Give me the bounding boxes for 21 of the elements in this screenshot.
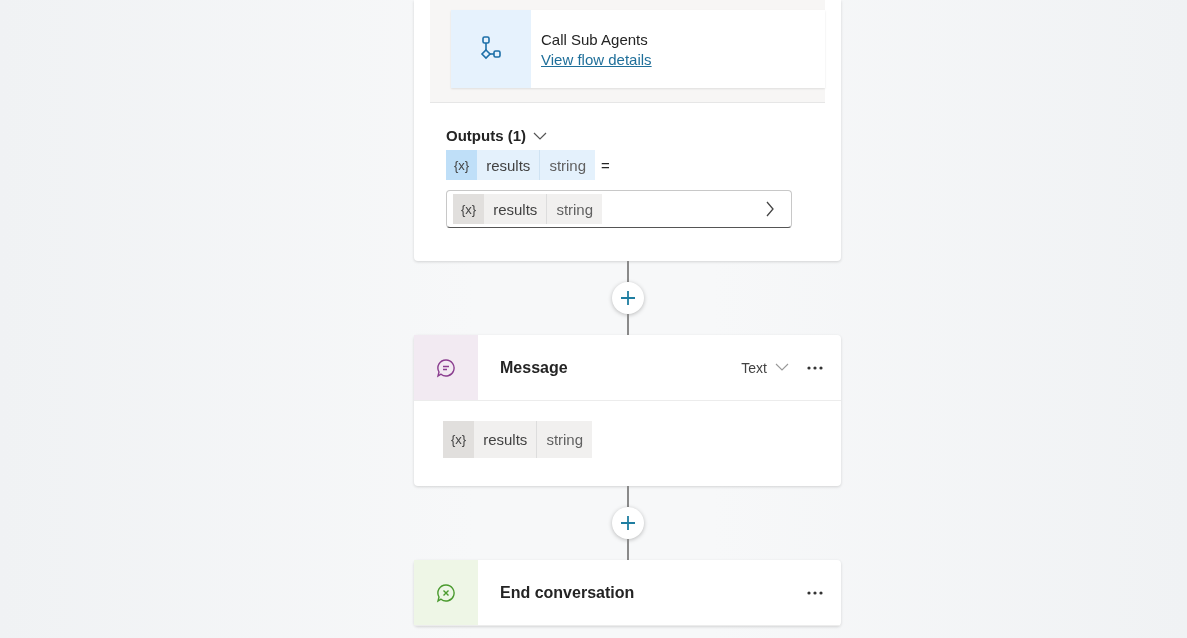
view-flow-details-link[interactable]: View flow details (541, 50, 652, 68)
chevron-right-icon (765, 201, 775, 217)
node-title: End conversation (500, 583, 636, 602)
flow-icon (480, 36, 502, 62)
outputs-toggle[interactable]: Outputs (1) (446, 127, 547, 144)
format-dropdown[interactable]: Text (741, 359, 789, 376)
ellipsis-icon (807, 365, 823, 370)
equals-sign: = (601, 156, 610, 174)
chat-icon (436, 357, 456, 378)
variable-token[interactable]: {x} results string (443, 421, 593, 458)
add-step-button[interactable] (611, 282, 644, 314)
chevron-down-icon (775, 363, 789, 372)
plus-icon (620, 291, 635, 305)
value-field[interactable]: {x} results string (446, 190, 792, 228)
add-step-button[interactable] (611, 507, 644, 539)
ellipsis-icon (807, 590, 823, 595)
flow-title: Call Sub Agents (541, 30, 649, 48)
chat-close-icon (436, 582, 456, 603)
plus-icon (620, 516, 635, 530)
node-title: Message (500, 358, 569, 377)
variable-token[interactable]: {x} results string (446, 150, 596, 180)
